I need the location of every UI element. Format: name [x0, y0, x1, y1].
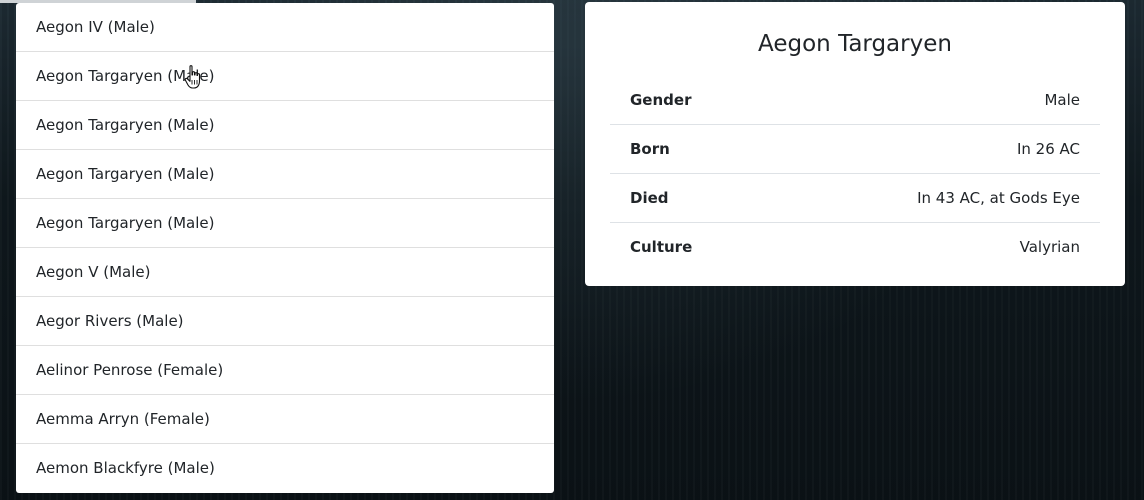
character-label: Aegon Targaryen (Male): [36, 67, 215, 85]
list-item[interactable]: Aemon Blackfyre (Male): [16, 444, 554, 492]
detail-value: Male: [1044, 91, 1080, 109]
character-label: Aemma Arryn (Female): [36, 410, 210, 428]
character-name-title: Aegon Targaryen: [758, 31, 952, 57]
list-item[interactable]: Aegon Targaryen (Male): [16, 199, 554, 248]
list-item[interactable]: Aegon Targaryen (Male): [16, 52, 554, 101]
character-label: Aegon Targaryen (Male): [36, 165, 215, 183]
list-item[interactable]: Aegon V (Male): [16, 248, 554, 297]
character-label: Aegon Targaryen (Male): [36, 214, 215, 232]
detail-key: Born: [630, 140, 670, 158]
detail-value: Valyrian: [1019, 238, 1080, 256]
character-list: Aegon IV (Male) Aegon Targaryen (Male) A…: [16, 3, 554, 493]
character-label: Aegon Targaryen (Male): [36, 116, 215, 134]
detail-row-culture: Culture Valyrian: [610, 222, 1100, 271]
detail-key: Gender: [630, 91, 692, 109]
character-label: Aelinor Penrose (Female): [36, 361, 224, 379]
detail-row-gender: Gender Male: [610, 76, 1100, 124]
character-label: Aemon Blackfyre (Male): [36, 459, 215, 477]
list-item[interactable]: Aemma Arryn (Female): [16, 395, 554, 444]
detail-row-died: Died In 43 AC, at Gods Eye: [610, 173, 1100, 222]
detail-value: In 26 AC: [1016, 140, 1080, 158]
character-label: Aegor Rivers (Male): [36, 312, 184, 330]
character-detail-card: Aegon Targaryen Gender Male Born In 26 A…: [585, 2, 1125, 286]
list-item[interactable]: Aegor Rivers (Male): [16, 297, 554, 346]
character-label: Aegon V (Male): [36, 263, 151, 281]
list-item[interactable]: Aelinor Penrose (Female): [16, 346, 554, 395]
character-label: Aegon IV (Male): [36, 18, 155, 36]
detail-table: Gender Male Born In 26 AC Died In 43 AC,…: [610, 76, 1100, 271]
list-item[interactable]: Aegon Targaryen (Male): [16, 101, 554, 150]
detail-value: In 43 AC, at Gods Eye: [917, 189, 1080, 207]
detail-row-born: Born In 26 AC: [610, 124, 1100, 173]
detail-key: Died: [630, 189, 669, 207]
list-item[interactable]: Aegon IV (Male): [16, 3, 554, 52]
detail-key: Culture: [630, 238, 693, 256]
list-item[interactable]: Aegon Targaryen (Male): [16, 150, 554, 199]
